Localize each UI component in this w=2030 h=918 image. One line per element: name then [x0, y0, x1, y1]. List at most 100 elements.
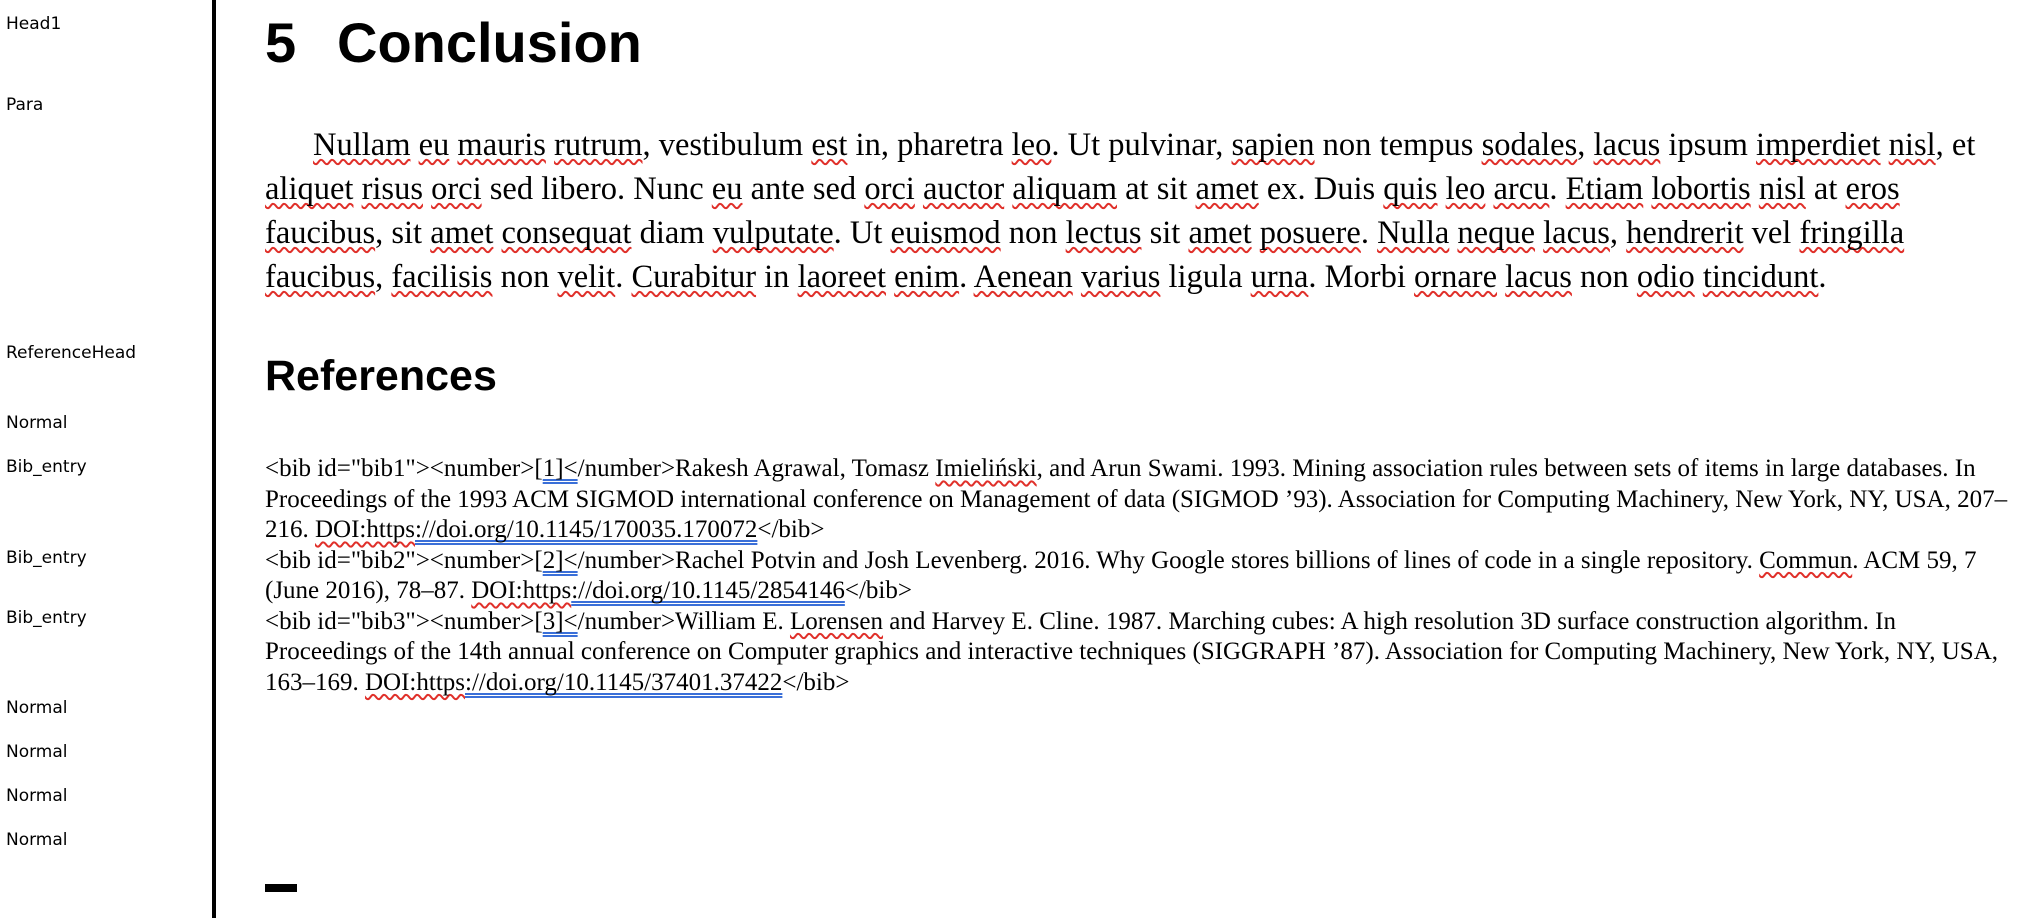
spelling-error-word[interactable]: imperdiet — [1756, 127, 1881, 163]
text-run — [423, 171, 431, 207]
spelling-error-word[interactable]: eu — [712, 171, 743, 207]
spelling-error-word[interactable]: lacus — [1543, 215, 1610, 251]
spelling-error-word[interactable]: faucibus — [265, 259, 375, 295]
spelling-error-word[interactable]: velit — [557, 259, 615, 295]
text-run: . — [615, 258, 632, 295]
style-label-bib-entry[interactable]: Bib_entry — [6, 548, 87, 568]
style-label-referencehead[interactable]: ReferenceHead — [6, 343, 136, 363]
spelling-error-word[interactable]: vulputate — [713, 215, 834, 251]
text-run: <bib id="bib1"><number>[ — [265, 455, 543, 482]
spelling-error-word[interactable]: posuere — [1260, 215, 1361, 251]
grammar-flag-text[interactable]: ://doi.org/10.1145/170035.170072 — [415, 516, 757, 543]
style-label-para[interactable]: Para — [6, 95, 43, 115]
spelling-error-word[interactable]: quis — [1383, 171, 1437, 207]
text-run: at sit — [1117, 170, 1196, 207]
spelling-error-word[interactable]: Commun — [1759, 547, 1852, 574]
spelling-error-word[interactable]: Nulla — [1377, 215, 1449, 251]
spelling-error-word[interactable]: lacus — [1594, 127, 1661, 163]
spelling-error-word[interactable]: aliquam — [1012, 171, 1117, 207]
spelling-error-word[interactable]: enim — [894, 259, 959, 295]
spelling-error-word[interactable]: orci — [431, 171, 482, 207]
text-run — [1252, 215, 1260, 251]
text-run: <bib id="bib3"><number>[ — [265, 607, 543, 635]
style-label-normal[interactable]: Normal — [6, 413, 68, 433]
text-run: . Ut — [833, 214, 891, 251]
spelling-error-word[interactable]: aliquet — [265, 171, 353, 207]
spelling-error-word[interactable]: leo — [1012, 127, 1052, 163]
spelling-error-word[interactable]: leo — [1446, 171, 1486, 207]
bib-entry[interactable]: <bib id="bib1"><number>[1]</number>Rakes… — [265, 454, 2010, 546]
spelling-error-word[interactable]: Aenean — [974, 259, 1073, 295]
text-run — [546, 127, 554, 163]
style-label-head1[interactable]: Head1 — [6, 14, 61, 34]
spelling-error-word[interactable]: faucibus — [265, 215, 375, 251]
spelling-error-word[interactable]: sodales — [1482, 127, 1578, 163]
grammar-flag-text[interactable]: 1]< — [543, 455, 578, 482]
spelling-error-word[interactable]: tincidunt — [1703, 259, 1819, 295]
spelling-error-word[interactable]: fringilla — [1799, 215, 1904, 251]
spelling-error-word[interactable]: lobortis — [1651, 171, 1750, 207]
spelling-error-word[interactable]: facilisis — [391, 259, 492, 295]
text-run — [1073, 259, 1081, 295]
style-label-normal[interactable]: Normal — [6, 698, 68, 718]
spelling-error-word[interactable]: sapien — [1232, 127, 1315, 163]
style-label-bib-entry[interactable]: Bib_entry — [6, 457, 87, 477]
spelling-error-word[interactable]: hendrerit — [1626, 215, 1743, 251]
style-label-normal[interactable]: Normal — [6, 786, 68, 806]
grammar-flag-text[interactable]: 2]< — [543, 547, 578, 574]
conclusion-paragraph[interactable]: Nullam eu mauris rutrum, vestibulum est … — [265, 123, 2005, 299]
text-run: , et — [1935, 126, 1976, 163]
spelling-error-word[interactable]: amet — [1188, 215, 1251, 251]
spelling-error-word[interactable]: Nullam — [313, 127, 410, 163]
text-run — [886, 259, 894, 295]
style-label-normal[interactable]: Normal — [6, 830, 68, 850]
grammar-flag-text[interactable]: ://doi.org/10.1145/2854146 — [571, 577, 845, 604]
spelling-error-word[interactable]: mauris — [457, 127, 545, 163]
spelling-error-word[interactable]: amet — [430, 215, 493, 251]
spelling-error-word[interactable]: consequat — [502, 215, 632, 251]
spelling-error-word[interactable]: lectus — [1066, 215, 1142, 251]
bib-entry[interactable]: <bib id="bib2"><number>[2]</number>Rache… — [265, 546, 2010, 607]
text-run: non tempus — [1314, 126, 1482, 163]
spelling-error-word[interactable]: est — [811, 127, 847, 163]
spelling-error-word[interactable]: auctor — [923, 171, 1004, 207]
spelling-error-word[interactable]: neque — [1457, 215, 1535, 251]
text-run: </bib> — [782, 668, 850, 696]
spelling-error-word[interactable]: risus — [362, 171, 423, 207]
spelling-error-word[interactable]: euismod — [891, 215, 1001, 251]
spelling-error-word[interactable]: rutrum — [554, 127, 642, 163]
spelling-error-word[interactable]: Imieliński — [935, 455, 1036, 482]
spelling-error-word[interactable]: Etiam — [1566, 171, 1644, 207]
spelling-error-word[interactable]: Lorensen — [790, 608, 883, 635]
spelling-error-word[interactable]: orci — [864, 171, 915, 207]
spelling-error-word[interactable]: nisl — [1759, 171, 1806, 207]
text-run: , sit — [375, 214, 431, 251]
text-run: non — [1000, 214, 1066, 251]
spelling-error-word[interactable]: eros — [1846, 171, 1900, 207]
style-area-divider[interactable] — [212, 0, 216, 918]
spelling-error-word[interactable]: odio — [1637, 259, 1695, 295]
spelling-error-word[interactable]: amet — [1196, 171, 1259, 207]
spelling-error-word[interactable]: DOI:https — [315, 516, 415, 543]
grammar-flag-text[interactable]: ://doi.org/10.1145/37401.37422 — [465, 669, 782, 696]
spelling-error-word[interactable]: laoreet — [798, 259, 886, 295]
spelling-error-word[interactable]: eu — [419, 127, 450, 163]
spelling-error-word[interactable]: DOI:https — [471, 577, 571, 604]
section-number: 5 — [265, 11, 297, 74]
style-label-normal[interactable]: Normal — [6, 742, 68, 762]
spelling-error-word[interactable]: nisl — [1889, 127, 1936, 163]
spelling-error-word[interactable]: DOI:https — [365, 669, 465, 696]
spelling-error-word[interactable]: ornare — [1414, 259, 1497, 295]
spelling-error-word[interactable]: urna — [1251, 259, 1309, 295]
grammar-flag-text[interactable]: 3]< — [543, 608, 578, 635]
text-run: ante sed — [742, 170, 865, 207]
spelling-error-word[interactable]: varius — [1081, 259, 1160, 295]
spelling-error-word[interactable]: arcu — [1493, 171, 1549, 207]
spelling-error-word[interactable]: lacus — [1505, 259, 1572, 295]
style-label-bib-entry[interactable]: Bib_entry — [6, 608, 87, 628]
text-run: ex. Duis — [1258, 170, 1384, 207]
bib-entry[interactable]: <bib id="bib3"><number>[3]</number>Willi… — [265, 607, 2010, 699]
text-run: , — [1577, 126, 1594, 163]
spelling-error-word[interactable]: Curabitur — [631, 259, 756, 295]
text-run: . Ut pulvinar, — [1051, 126, 1232, 163]
